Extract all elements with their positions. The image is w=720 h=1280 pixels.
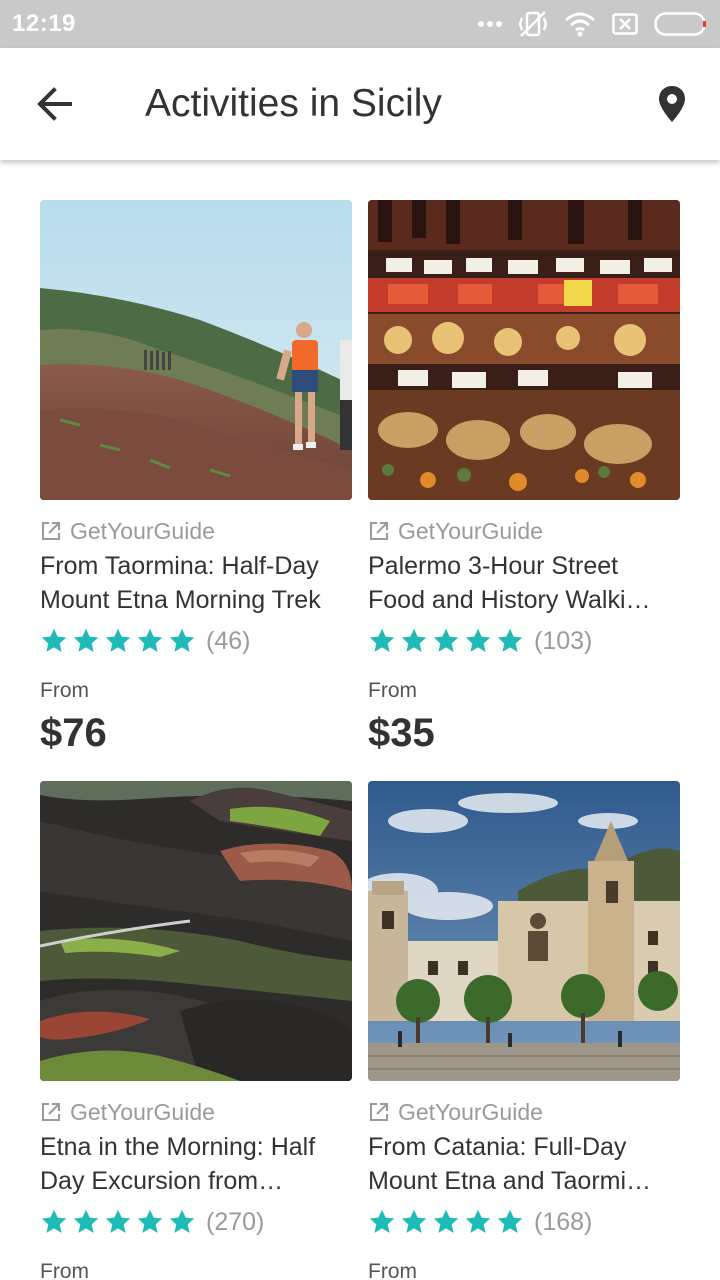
star-icon — [497, 1209, 523, 1233]
rating-row: (46) — [40, 623, 352, 659]
activity-card[interactable]: GetYourGuide From Taormina: Half-Day Mou… — [40, 200, 352, 756]
star-icon — [433, 1209, 459, 1233]
star-icon — [105, 1209, 131, 1233]
rating-row: (270) — [40, 1204, 352, 1240]
provider-name: GetYourGuide — [70, 1098, 215, 1125]
star-icon — [137, 1209, 163, 1233]
star-icon — [73, 628, 99, 652]
star-icon — [369, 1209, 395, 1233]
star-icon — [169, 628, 195, 652]
from-label: From — [368, 1260, 417, 1280]
star-icon — [433, 628, 459, 652]
price: $35 — [368, 711, 435, 755]
activity-title: Etna in the Morning: Half Day Excursion … — [40, 1133, 316, 1195]
provider-row: GetYourGuide — [368, 516, 680, 546]
activity-card[interactable]: GetYourGuide Palermo 3-Hour Street Food … — [368, 200, 680, 756]
rating-row: (103) — [368, 623, 680, 659]
provider-row: GetYourGuide — [368, 1097, 680, 1127]
star-icon — [401, 1209, 427, 1233]
etna-craters-photo[interactable] — [40, 781, 352, 1081]
star-icon — [169, 1209, 195, 1233]
app-bar: Activities in Sicily — [0, 48, 720, 160]
star-rating — [40, 627, 196, 655]
status-time: 12:19 — [12, 10, 76, 37]
activity-title: From Taormina: Half-Day Mount Etna Morni… — [40, 552, 321, 614]
star-icon — [465, 628, 491, 652]
from-label: From — [40, 1260, 89, 1280]
arrow-back-icon — [30, 87, 82, 130]
page-title: Activities in Sicily — [145, 82, 442, 125]
palermo-market-photo[interactable] — [368, 200, 680, 500]
activity-title: From Catania: Full-Day Mount Etna and Ta… — [368, 1133, 652, 1195]
activities-grid: GetYourGuide From Taormina: Half-Day Mou… — [0, 160, 720, 1280]
star-icon — [73, 1209, 99, 1233]
provider-name: GetYourGuide — [398, 517, 543, 544]
wifi-icon — [564, 11, 596, 37]
review-count: (270) — [206, 1207, 265, 1236]
star-icon — [105, 628, 131, 652]
star-icon — [41, 628, 67, 652]
from-label: From — [368, 679, 417, 702]
external-link-icon — [42, 522, 60, 540]
activity-card[interactable]: GetYourGuide Etna in the Morning: Half D… — [40, 781, 352, 1280]
provider-row: GetYourGuide — [40, 1097, 352, 1127]
external-link-icon — [370, 522, 388, 540]
vibrate-icon — [518, 10, 548, 38]
review-count: (168) — [534, 1207, 593, 1236]
battery-icon — [654, 12, 708, 36]
external-link-icon — [42, 1103, 60, 1121]
map-button[interactable] — [650, 82, 694, 126]
sim-icon — [612, 13, 638, 35]
etna-hikers-photo[interactable] — [40, 200, 352, 500]
star-rating — [368, 1208, 524, 1236]
status-bar: 12:19 — [0, 0, 720, 48]
star-rating — [40, 1208, 196, 1236]
from-label: From — [40, 679, 89, 702]
star-icon — [465, 1209, 491, 1233]
provider-name: GetYourGuide — [398, 1098, 543, 1125]
more-dots-icon — [478, 20, 502, 28]
star-icon — [369, 628, 395, 652]
location-pin-icon — [650, 86, 694, 130]
status-icons — [478, 10, 708, 38]
activity-card[interactable]: GetYourGuide From Catania: Full-Day Moun… — [368, 781, 680, 1280]
star-rating — [368, 627, 524, 655]
star-icon — [137, 628, 163, 652]
provider-row: GetYourGuide — [40, 516, 352, 546]
activity-title: Palermo 3-Hour Street Food and History W… — [368, 552, 651, 614]
back-button[interactable] — [30, 82, 82, 126]
review-count: (103) — [534, 626, 593, 655]
rating-row: (168) — [368, 1204, 680, 1240]
star-icon — [41, 1209, 67, 1233]
taormina-square-photo[interactable] — [368, 781, 680, 1081]
star-icon — [497, 628, 523, 652]
external-link-icon — [370, 1103, 388, 1121]
price: $76 — [40, 711, 107, 755]
provider-name: GetYourGuide — [70, 517, 215, 544]
star-icon — [401, 628, 427, 652]
review-count: (46) — [206, 626, 251, 655]
